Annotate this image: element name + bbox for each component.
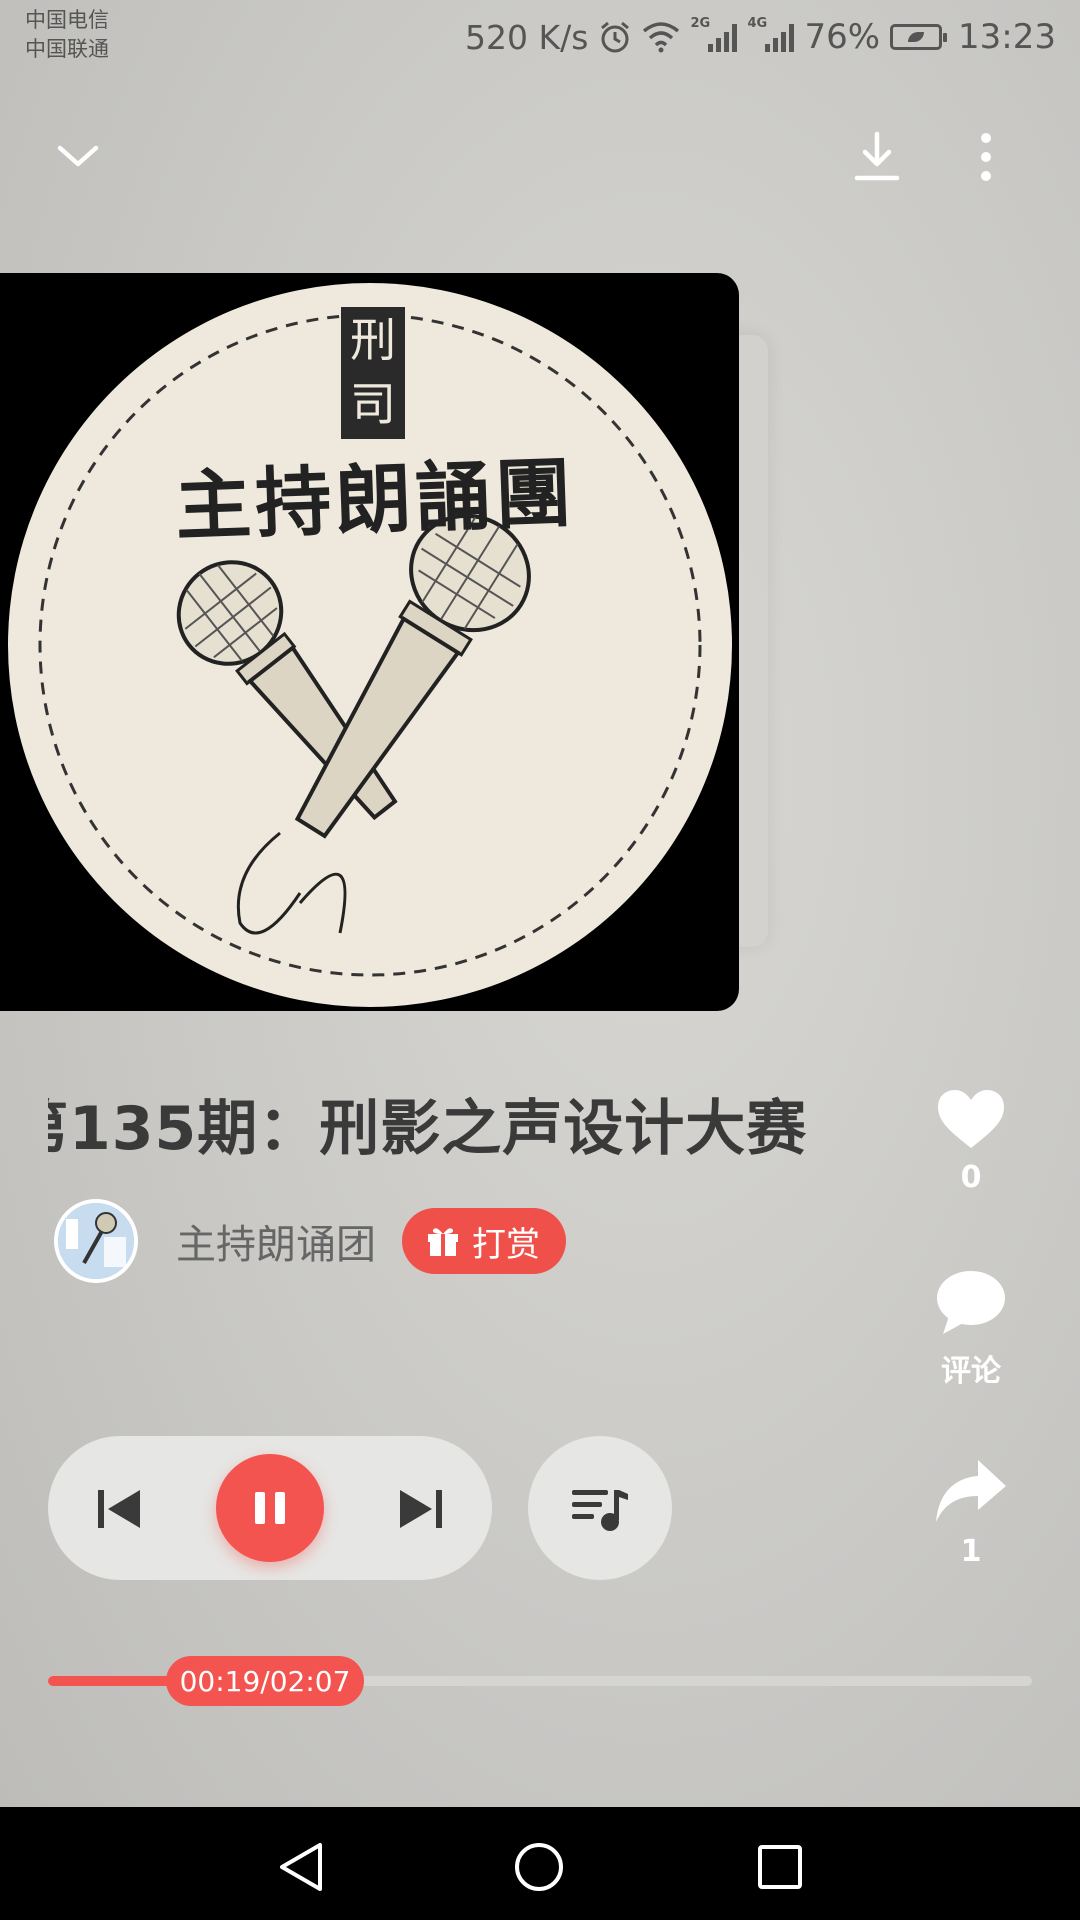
alarm-icon: [601, 21, 630, 53]
system-nav-bar: [0, 1807, 1080, 1920]
gift-icon: [428, 1228, 458, 1256]
share-count: 1: [960, 1534, 982, 1569]
artwork-arc-text: 主持朗誦團: [173, 448, 577, 551]
battery-percent: 76%: [804, 17, 881, 57]
like-action[interactable]: 0: [930, 1088, 1012, 1195]
download-icon[interactable]: [852, 130, 902, 184]
progress-thumb-time[interactable]: 00:19/02:07: [166, 1656, 364, 1706]
signal-2-icon: 4G: [747, 16, 795, 52]
album-artwork[interactable]: 刑 司 主持朗誦團: [0, 273, 739, 1011]
wifi-icon: [643, 22, 680, 53]
comment-bubble-icon: [937, 1271, 1005, 1334]
battery-icon: [890, 24, 948, 50]
author-avatar[interactable]: [54, 1199, 138, 1283]
playlist-icon: [572, 1490, 628, 1531]
author-row: 主持朗诵团 打赏: [54, 1198, 566, 1284]
artwork-seal-top: 刑: [350, 313, 396, 367]
clock: 13:23: [958, 17, 1056, 57]
signal-1-tag: 2G: [690, 16, 711, 31]
author-name[interactable]: 主持朗诵团: [176, 1212, 376, 1270]
status-bar: 中国电信 中国联通 520 K/s 2G 4G 76% 13:23: [0, 0, 1080, 75]
tip-button[interactable]: 打赏: [402, 1208, 566, 1274]
author-avatar-image: [58, 1203, 134, 1279]
share-action[interactable]: 1: [930, 1458, 1012, 1569]
tip-button-label: 打赏: [472, 1224, 540, 1265]
recents-icon[interactable]: [756, 1843, 804, 1891]
carrier-1: 中国电信: [25, 8, 109, 32]
status-icons: 520 K/s 2G 4G 76% 13:23: [465, 12, 1056, 62]
share-arrow-icon: [936, 1460, 1006, 1522]
comment-label: 评论: [941, 1354, 1001, 1389]
artwork-seal-bottom: 司: [350, 377, 396, 431]
previous-track-icon[interactable]: [96, 1488, 142, 1530]
network-speed: 520 K/s: [465, 17, 589, 57]
playlist-button[interactable]: [528, 1436, 672, 1580]
playback-controls: [48, 1436, 492, 1580]
home-icon[interactable]: [513, 1841, 565, 1893]
carrier-2: 中国联通: [25, 37, 109, 61]
more-options-icon[interactable]: [974, 130, 998, 184]
pause-icon: [255, 1492, 265, 1524]
pause-icon-bar: [275, 1492, 285, 1524]
track-title-text: 第135期：刑影之声设计大赛: [48, 1094, 808, 1160]
comment-action[interactable]: 评论: [930, 1270, 1012, 1390]
next-track-icon[interactable]: [398, 1488, 444, 1530]
signal-1-icon: 2G: [690, 16, 738, 52]
track-title: 第135期：刑影之声设计大赛: [48, 1080, 860, 1160]
signal-2-tag: 4G: [747, 16, 768, 31]
collapse-chevron-down-icon[interactable]: [56, 138, 100, 174]
heart-icon: [938, 1090, 1004, 1148]
pause-button[interactable]: [216, 1454, 324, 1562]
back-icon[interactable]: [276, 1841, 324, 1893]
like-count: 0: [960, 1160, 982, 1195]
carrier-info: 中国电信 中国联通: [25, 6, 109, 64]
